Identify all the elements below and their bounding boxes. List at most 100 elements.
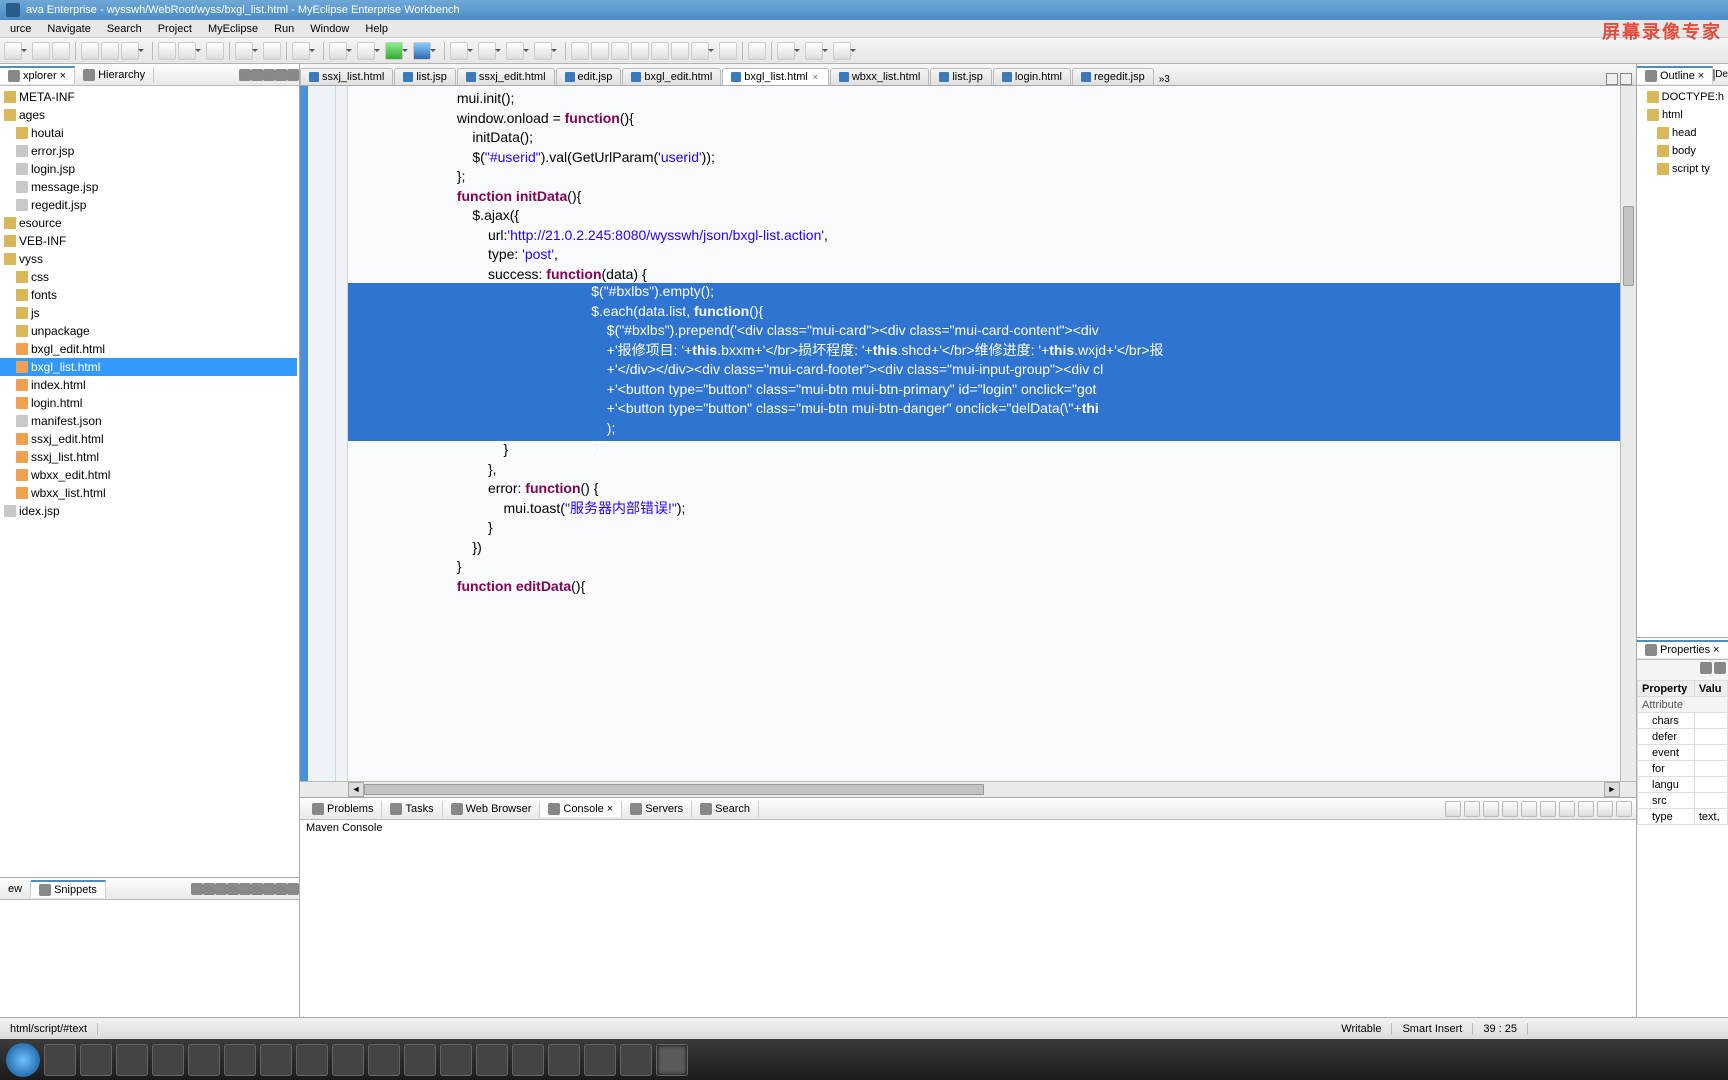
taskbar-app-active[interactable] (656, 1044, 688, 1076)
windows-taskbar[interactable] (0, 1039, 1728, 1080)
tree-item[interactable]: bxgl_edit.html (0, 340, 297, 358)
taskbar-app[interactable] (80, 1044, 112, 1076)
menu-icon[interactable] (263, 69, 275, 81)
scroll-thumb[interactable] (364, 784, 984, 795)
min-icon[interactable] (275, 69, 287, 81)
console-btn[interactable] (1483, 801, 1499, 817)
console-output[interactable]: Maven Console (300, 820, 1636, 1017)
tool-icon[interactable] (215, 883, 227, 895)
tab-outline[interactable]: Outline× (1637, 66, 1713, 84)
tool-8[interactable] (263, 42, 281, 60)
tool-icon[interactable] (203, 883, 215, 895)
tree-item[interactable]: houtai (0, 124, 297, 142)
editor-tab[interactable]: ssxj_list.html (300, 68, 393, 85)
taskbar-app[interactable] (476, 1044, 508, 1076)
menu-project[interactable]: Project (152, 23, 198, 35)
property-row[interactable]: langu (1638, 777, 1728, 793)
taskbar-app[interactable] (440, 1044, 472, 1076)
tool-icon[interactable] (251, 883, 263, 895)
tree-item[interactable]: bxgl_list.html (0, 358, 297, 376)
tool-9[interactable] (292, 42, 310, 60)
tab-servers[interactable]: Servers (622, 801, 692, 817)
menu-source[interactable]: urce (4, 23, 37, 35)
taskbar-app[interactable] (260, 1044, 292, 1076)
property-value[interactable] (1694, 761, 1727, 777)
col-property[interactable]: Property (1638, 681, 1695, 697)
tree-item[interactable]: css (0, 268, 297, 286)
menu-run[interactable]: Run (268, 23, 300, 35)
outline-item[interactable]: script ty (1637, 160, 1726, 178)
tree-item[interactable]: ssxj_edit.html (0, 430, 297, 448)
property-value[interactable] (1694, 777, 1727, 793)
tool-e[interactable] (571, 42, 589, 60)
props-tool-icon[interactable] (1714, 662, 1726, 674)
editor-tab[interactable]: ssxj_edit.html (457, 68, 555, 85)
max-icon[interactable] (1620, 73, 1632, 85)
properties-table[interactable]: PropertyValu Attributecharsdefereventfor… (1637, 680, 1728, 825)
outline-item[interactable]: html (1637, 106, 1726, 124)
taskbar-app[interactable] (584, 1044, 616, 1076)
editor-tab[interactable]: edit.jsp (556, 68, 622, 85)
editor-tab[interactable]: login.html (993, 68, 1071, 85)
search-tool[interactable] (748, 42, 766, 60)
taskbar-app[interactable] (224, 1044, 256, 1076)
taskbar-app[interactable] (188, 1044, 220, 1076)
forward-button[interactable] (805, 42, 823, 60)
tree-item[interactable]: message.jsp (0, 178, 297, 196)
menu-window[interactable]: Window (304, 23, 355, 35)
tool-k[interactable] (691, 42, 709, 60)
tree-item[interactable]: login.html (0, 394, 297, 412)
tree-item[interactable]: ssxj_list.html (0, 448, 297, 466)
max-icon[interactable] (1616, 801, 1632, 817)
taskbar-app[interactable] (152, 1044, 184, 1076)
taskbar-app[interactable] (368, 1044, 400, 1076)
perspective-label[interactable]: De (1715, 69, 1728, 80)
tree-item[interactable]: idex.jsp (0, 502, 297, 520)
tool-4[interactable] (158, 42, 176, 60)
property-row[interactable]: for (1638, 761, 1728, 777)
editor-tab[interactable]: bxgl_edit.html (622, 68, 721, 85)
menu-myeclipse[interactable]: MyEclipse (202, 23, 264, 35)
tool-7[interactable] (235, 42, 253, 60)
tab-tasks[interactable]: Tasks (382, 801, 442, 817)
close-icon[interactable]: × (60, 70, 66, 82)
min-icon[interactable] (1597, 801, 1613, 817)
property-value[interactable] (1694, 793, 1727, 809)
outline-item[interactable]: DOCTYPE:h (1637, 88, 1726, 106)
outline-item[interactable]: head (1637, 124, 1726, 142)
tool-h[interactable] (631, 42, 649, 60)
tool-b[interactable] (478, 42, 496, 60)
tree-item[interactable]: index.html (0, 376, 297, 394)
taskbar-app[interactable] (44, 1044, 76, 1076)
tool-a[interactable] (450, 42, 468, 60)
tab-hierarchy[interactable]: Hierarchy (75, 67, 154, 83)
taskbar-app[interactable] (512, 1044, 544, 1076)
min-icon[interactable] (275, 883, 287, 895)
tab-view[interactable]: ew (0, 881, 31, 897)
pin-button[interactable] (1559, 801, 1575, 817)
project-tree[interactable]: META-INFageshoutaierror.jsplogin.jspmess… (0, 86, 299, 877)
horizontal-scrollbar[interactable]: ◄ ► (300, 781, 1636, 797)
tree-item[interactable]: vyss (0, 250, 297, 268)
tool-1[interactable] (81, 42, 99, 60)
close-icon[interactable]: × (1698, 70, 1704, 82)
tool-3[interactable] (121, 42, 139, 60)
outline-tree[interactable]: DOCTYPE:hhtmlheadbodyscript ty (1637, 86, 1728, 637)
tool-icon[interactable] (227, 883, 239, 895)
tool-l[interactable] (719, 42, 737, 60)
code-area[interactable]: mui.init(); window.onload = function(){ … (348, 86, 1620, 781)
editor-tab[interactable]: regedit.jsp (1072, 68, 1154, 85)
menu-bar[interactable]: urce Navigate Search Project MyEclipse R… (0, 20, 1728, 38)
tree-item[interactable]: META-INF (0, 88, 297, 106)
ext-tools[interactable] (413, 42, 431, 60)
tool-6[interactable] (206, 42, 224, 60)
scroll-thumb[interactable] (1623, 206, 1634, 286)
run-button[interactable] (385, 42, 403, 60)
tree-item[interactable]: login.jsp (0, 160, 297, 178)
tool-icon[interactable] (263, 883, 275, 895)
tree-item[interactable]: wbxx_list.html (0, 484, 297, 502)
outline-item[interactable]: body (1637, 142, 1726, 160)
tree-item[interactable]: esource (0, 214, 297, 232)
property-row[interactable]: typetext, (1638, 809, 1728, 825)
clear-button[interactable] (1445, 801, 1461, 817)
